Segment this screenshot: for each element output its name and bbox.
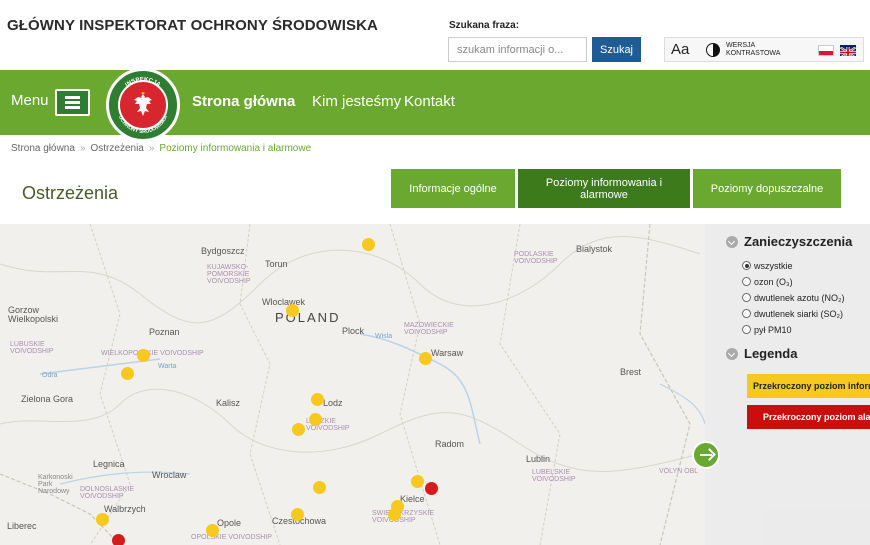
station-marker-yellow[interactable]	[362, 238, 375, 251]
search-input[interactable]	[448, 37, 587, 62]
map-region-label: WIELKOPOLSKIE VOIVODSHIP	[101, 350, 204, 357]
breadcrumb-warnings[interactable]: Ostrzeżenia	[91, 143, 144, 154]
pollutant-option-all[interactable]: wszystkie	[742, 261, 793, 271]
map-city-label: Kielce	[400, 494, 425, 504]
station-marker-yellow[interactable]	[292, 423, 305, 436]
station-marker-yellow[interactable]	[291, 508, 304, 521]
english-flag-icon[interactable]	[840, 45, 856, 56]
map-region-label: VOLYN OBL	[659, 468, 699, 475]
map-country-label: POLAND	[275, 310, 341, 325]
map-region-label: SWIETOKRZYSKIE VOIVODSHIP	[372, 510, 435, 524]
pollutant-option-so2[interactable]: dwutlenek siarki (SO₂)	[742, 309, 843, 319]
station-marker-yellow[interactable]	[309, 413, 322, 426]
map-river-label: Wisla	[375, 333, 393, 340]
polish-flag-icon[interactable]	[818, 45, 834, 56]
pollutants-heading[interactable]: Zanieczyszczenia	[726, 234, 852, 249]
legend-heading[interactable]: Legenda	[726, 346, 797, 361]
map-region-label: LUBELSKIE VOIVODSHIP	[532, 469, 576, 483]
contrast-icon[interactable]	[706, 43, 720, 57]
map-city-label: Wroclaw	[152, 470, 187, 480]
map-region-label: PODLASKIE VOIVODSHIP	[514, 251, 558, 265]
map-region-label: OPOLSKIE VOIVODSHIP	[191, 534, 272, 541]
eagle-emblem	[118, 80, 168, 130]
map-city-label: Kalisz	[216, 398, 241, 408]
map-city-label: Legnica	[93, 459, 125, 469]
pollutant-option-pm10[interactable]: pył PM10	[742, 325, 792, 335]
contrast-version-link[interactable]: WERSJA KONTRASTOWA	[726, 42, 796, 58]
map-region-label: KUJAWSKO-POMORSKIE VOIVODSHIP	[207, 264, 251, 285]
radio-icon[interactable]	[742, 325, 751, 334]
menu-label[interactable]: Menu	[11, 92, 49, 109]
map-city-label: Liberec	[7, 521, 37, 531]
tab-allowed-levels[interactable]: Poziomy dopuszczalne	[693, 169, 841, 208]
map-city-label: Walbrzych	[104, 504, 146, 514]
search-label: Szukana fraza:	[449, 20, 520, 31]
station-marker-yellow[interactable]	[137, 349, 150, 362]
map-city-label: Warsaw	[431, 348, 464, 358]
map-region-label: MAZOWIECKIE VOIVODSHIP	[404, 322, 454, 336]
nav-about-link[interactable]: Kim jesteśmy	[312, 93, 401, 110]
station-marker-yellow[interactable]	[206, 524, 219, 537]
station-marker-yellow[interactable]	[419, 352, 432, 365]
breadcrumb-current: Poziomy informowania i alarmowe	[159, 143, 312, 154]
collapse-icon[interactable]	[726, 348, 738, 360]
nav-contact-link[interactable]: Kontakt	[404, 93, 455, 110]
map-city-label: Zielona Gora	[21, 394, 74, 404]
breadcrumb-home[interactable]: Strona główna	[11, 143, 75, 154]
map-river-label: Warta	[158, 363, 177, 370]
tab-alarm-levels[interactable]: Poziomy informowania i alarmowe	[518, 169, 690, 208]
station-marker-yellow[interactable]	[411, 475, 424, 488]
white-eagle-icon	[134, 92, 152, 116]
station-marker-yellow[interactable]	[388, 508, 401, 521]
radio-icon[interactable]	[742, 293, 751, 302]
map-city-label: Lublin	[526, 454, 551, 464]
station-marker-yellow[interactable]	[96, 513, 109, 526]
gios-logo[interactable]: INSPEKCJA OCHRONY ŚRODOWISKA	[106, 68, 180, 142]
map-city-label: Bialystok	[576, 244, 613, 254]
pollutant-option-ozone[interactable]: ozon (O₃)	[742, 277, 793, 287]
radio-icon[interactable]	[742, 309, 751, 318]
map-city-label: Opole	[217, 518, 242, 528]
search-button[interactable]: Szukaj	[592, 37, 641, 62]
pollutant-option-no2[interactable]: dwutlenek azotu (NO₂)	[742, 293, 845, 303]
map-region-label: DOLNOSLASKIE VOIVODSHIP	[80, 486, 135, 500]
map-city-label: Poznan	[149, 327, 180, 337]
map-city-label: Plock	[342, 326, 365, 336]
map-city-label: Lodz	[323, 398, 343, 408]
nav-home-link[interactable]: Strona główna	[192, 93, 295, 110]
map-city-label: Wloclawek	[262, 297, 306, 307]
station-marker-yellow[interactable]	[121, 367, 134, 380]
station-marker-red[interactable]	[425, 482, 438, 495]
legend-information-level: Przekroczony poziom informowania	[747, 374, 870, 398]
station-marker-yellow[interactable]	[313, 481, 326, 494]
map-city-label: Bydgoszcz	[201, 246, 245, 256]
arrow-right-icon[interactable]	[692, 441, 720, 469]
radio-icon[interactable]	[742, 277, 751, 286]
station-marker-red[interactable]	[112, 534, 125, 545]
station-marker-yellow[interactable]	[311, 393, 324, 406]
legend-alarm-level: Przekroczony poziom alarmowy	[747, 405, 870, 429]
station-marker-yellow[interactable]	[286, 304, 299, 317]
map-city-label: Brest	[620, 367, 642, 377]
map-region-label: Karkonoski Park Narodowy	[38, 474, 73, 495]
page-title: Ostrzeżenia	[22, 183, 119, 203]
radio-selected-icon[interactable]	[742, 261, 751, 270]
map-city-label: Torun	[265, 259, 288, 269]
map-city-label: Radom	[435, 439, 465, 449]
collapse-icon[interactable]	[726, 236, 738, 248]
hamburger-menu-icon[interactable]	[55, 89, 90, 116]
top-header: GŁÓWNY INSPEKTORAT OCHRONY ŚRODOWISKA Sz…	[0, 0, 870, 70]
font-size-button[interactable]: Aa	[671, 41, 689, 58]
map-river-label: Odra	[42, 372, 58, 379]
accessibility-bar: Aa WERSJA KONTRASTOWA	[664, 37, 864, 62]
site-title[interactable]: GŁÓWNY INSPEKTORAT OCHRONY ŚRODOWISKA	[7, 17, 378, 34]
map-region-label: LUBUSKIE VOIVODSHIP	[10, 341, 54, 355]
map-city-label: Gorzow Wielkopolski	[8, 305, 59, 324]
tab-general-info[interactable]: Informacje ogólne	[391, 169, 515, 208]
breadcrumb: Strona główna» Ostrzeżenia» Poziomy inform…	[11, 143, 312, 154]
